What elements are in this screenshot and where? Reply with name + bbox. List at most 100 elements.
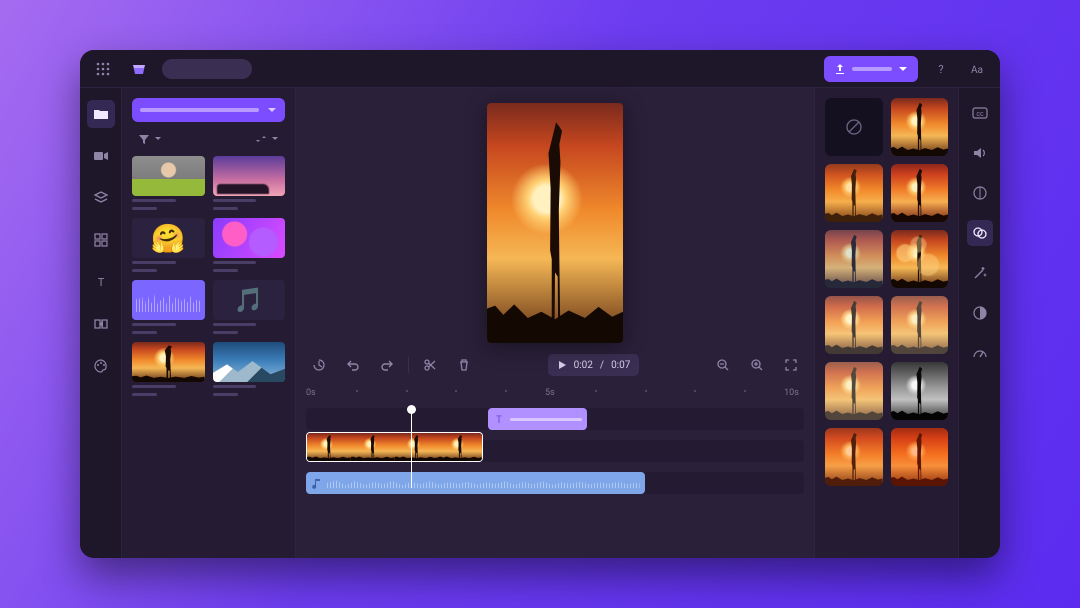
rail-filters[interactable] [967, 220, 993, 246]
camcorder-icon [93, 148, 109, 164]
palette-icon [93, 358, 109, 374]
media-item[interactable] [213, 342, 286, 396]
svg-text:T: T [97, 276, 104, 289]
rail-captions[interactable]: cc [967, 100, 993, 126]
zoom-in-icon[interactable] [744, 352, 770, 378]
app-window: ? Aa T [80, 50, 1000, 558]
top-bar: ? Aa [80, 50, 1000, 88]
transport-bar: 0:02 / 0:07 [296, 348, 814, 382]
rail-text[interactable]: T [87, 268, 115, 296]
grid-icon [94, 233, 108, 247]
filter-original[interactable] [891, 98, 949, 156]
rail-your-media[interactable] [87, 100, 115, 128]
zoom-out-icon[interactable] [710, 352, 736, 378]
upload-icon [834, 63, 846, 75]
chevron-down-icon [267, 105, 277, 115]
transition-icon [93, 316, 109, 332]
help-icon[interactable]: ? [928, 56, 954, 82]
wand-icon [972, 265, 988, 281]
filter-fade-warm[interactable] [825, 362, 883, 420]
split-icon[interactable] [417, 352, 443, 378]
fit-icon[interactable] [778, 352, 804, 378]
rail-templates[interactable] [87, 184, 115, 212]
filter-bw[interactable] [891, 362, 949, 420]
export-button[interactable] [824, 56, 918, 82]
filter-soft[interactable] [825, 296, 883, 354]
media-item[interactable]: 🎵 [213, 280, 286, 334]
filter-none[interactable] [825, 98, 883, 156]
rail-transitions[interactable] [87, 310, 115, 338]
filter-vivid[interactable] [891, 164, 949, 222]
tracks: T [306, 408, 804, 494]
media-item[interactable] [132, 156, 205, 210]
rail-speed[interactable] [967, 340, 993, 366]
chevron-down-icon [271, 135, 279, 143]
gauge-icon [972, 345, 988, 361]
history-icon[interactable] [306, 352, 332, 378]
clip-video[interactable] [306, 432, 483, 462]
play-button[interactable]: 0:02 / 0:07 [548, 354, 640, 376]
svg-text:Aa: Aa [971, 65, 983, 76]
adjust-icon [972, 185, 988, 201]
export-label [852, 67, 892, 71]
filters-icon [972, 225, 988, 241]
undo-icon[interactable] [340, 352, 366, 378]
time-separator: / [600, 360, 604, 371]
track-video[interactable] [306, 436, 804, 466]
play-icon [557, 360, 567, 370]
filter-warm[interactable] [825, 164, 883, 222]
music-note-icon [311, 478, 322, 489]
filter-tint[interactable] [825, 428, 883, 486]
chevron-down-icon [154, 135, 162, 143]
text-icon: T [493, 413, 505, 425]
text-icon: T [94, 275, 108, 289]
typography-icon[interactable]: Aa [964, 56, 990, 82]
filter-cool[interactable] [825, 230, 883, 288]
media-filter-select[interactable] [134, 130, 166, 148]
timeline[interactable]: 0s 5s 10s T [296, 382, 814, 558]
media-item[interactable]: 🤗 [132, 218, 205, 272]
rail-audio[interactable] [967, 140, 993, 166]
media-sort-select[interactable] [251, 130, 283, 148]
delete-icon[interactable] [451, 352, 477, 378]
rail-brand[interactable] [87, 352, 115, 380]
ruler-mark: 10s [784, 388, 799, 398]
contrast-icon [972, 305, 988, 321]
filter-icon [138, 133, 150, 145]
rail-layouts[interactable] [87, 226, 115, 254]
playhead[interactable] [411, 408, 413, 488]
filter-bokeh[interactable] [891, 230, 949, 288]
preview-area [296, 88, 814, 348]
track-audio[interactable] [306, 472, 804, 494]
media-item[interactable] [213, 218, 286, 272]
rail-effects[interactable] [967, 260, 993, 286]
clip-text[interactable]: T [488, 408, 588, 430]
speaker-icon [972, 145, 988, 161]
media-item[interactable] [213, 156, 286, 210]
sort-icon [255, 133, 267, 145]
app-menu-icon[interactable] [90, 56, 116, 82]
time-ruler[interactable]: 0s 5s 10s [306, 386, 804, 404]
media-filter-row [132, 130, 285, 148]
project-title[interactable] [162, 59, 252, 79]
clip-audio[interactable] [306, 472, 645, 494]
redo-icon[interactable] [374, 352, 400, 378]
track-text[interactable]: T [306, 408, 804, 430]
svg-text:cc: cc [976, 110, 984, 118]
filter-fade[interactable] [891, 296, 949, 354]
rail-color[interactable] [967, 300, 993, 326]
media-item[interactable] [132, 280, 205, 334]
import-media-label [140, 108, 259, 112]
folder-icon [93, 106, 109, 122]
rail-adjust[interactable] [967, 180, 993, 206]
svg-text:T: T [496, 415, 502, 425]
preview-canvas[interactable] [487, 103, 623, 343]
filter-hot[interactable] [891, 428, 949, 486]
import-media-button[interactable] [132, 98, 285, 122]
ruler-mark: 5s [545, 388, 555, 398]
captions-icon: cc [972, 106, 988, 120]
app-logo-icon[interactable] [126, 56, 152, 82]
media-item[interactable] [132, 342, 205, 396]
time-current: 0:02 [574, 360, 593, 371]
rail-record[interactable] [87, 142, 115, 170]
